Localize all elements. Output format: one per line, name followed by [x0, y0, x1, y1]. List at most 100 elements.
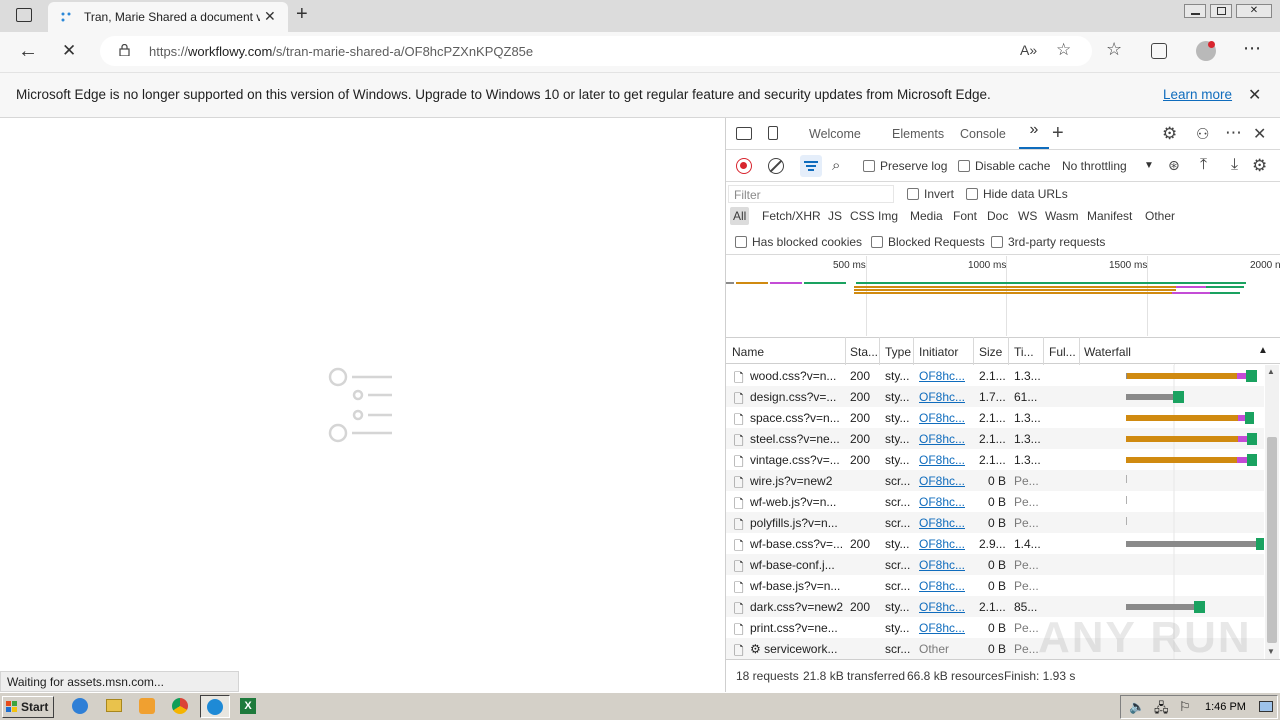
filter-fetch-xhr[interactable]: Fetch/XHR: [759, 207, 824, 225]
start-button[interactable]: Start: [2, 696, 54, 718]
close-window-button[interactable]: ✕: [1236, 4, 1272, 18]
new-tab-icon[interactable]: +: [296, 3, 308, 26]
chrome-icon[interactable]: [172, 698, 188, 714]
tab-actions-icon[interactable]: [16, 8, 32, 22]
filter-js[interactable]: JS: [825, 207, 845, 225]
inspect-element-icon[interactable]: [736, 127, 752, 140]
media-player-icon[interactable]: [139, 698, 155, 714]
row-initiator[interactable]: OF8hc...: [919, 621, 965, 635]
favorites-icon[interactable]: ☆: [1106, 39, 1122, 60]
export-har-icon[interactable]: ⤓: [1231, 156, 1238, 174]
row-initiator[interactable]: OF8hc...: [919, 579, 965, 593]
col-initiator[interactable]: Initiator: [919, 345, 958, 359]
more-menu-icon[interactable]: ⋯: [1243, 38, 1261, 59]
filter-wasm[interactable]: Wasm: [1042, 207, 1082, 225]
tab-welcome[interactable]: Welcome: [809, 127, 861, 141]
table-scrollbar[interactable]: ▲ ▼: [1265, 365, 1279, 659]
row-initiator[interactable]: OF8hc...: [919, 453, 965, 467]
filter-input[interactable]: Filter: [728, 185, 894, 203]
has-blocked-cookies-checkbox[interactable]: [735, 236, 747, 248]
device-emulation-icon[interactable]: [768, 126, 778, 140]
close-tab-icon[interactable]: ✕: [264, 8, 276, 25]
record-icon[interactable]: [736, 158, 752, 174]
close-devtools-icon[interactable]: ✕: [1253, 124, 1266, 144]
col-size[interactable]: Size: [979, 345, 1002, 359]
row-initiator[interactable]: OF8hc...: [919, 369, 965, 383]
row-initiator[interactable]: OF8hc...: [919, 600, 965, 614]
clear-icon[interactable]: [768, 158, 784, 174]
devtools-more-icon[interactable]: ⋯: [1225, 123, 1242, 143]
volume-icon[interactable]: 🔈: [1129, 699, 1145, 715]
ie-icon[interactable]: [72, 698, 88, 714]
row-initiator[interactable]: OF8hc...: [919, 495, 965, 509]
back-icon[interactable]: ←: [18, 40, 38, 63]
col-name[interactable]: Name: [732, 345, 764, 359]
scrollbar-thumb[interactable]: [1267, 437, 1277, 643]
settings-gear-icon[interactable]: ⚙: [1162, 124, 1177, 144]
network-icon[interactable]: 🖧: [1154, 699, 1169, 721]
filter-doc[interactable]: Doc: [984, 207, 1011, 225]
hide-data-urls-checkbox[interactable]: [966, 188, 978, 200]
row-initiator[interactable]: OF8hc...: [919, 390, 965, 404]
sort-up-icon[interactable]: ▲: [1258, 345, 1268, 356]
row-initiator[interactable]: OF8hc...: [919, 537, 965, 551]
col-status[interactable]: Sta...: [850, 345, 878, 359]
filter-icon[interactable]: [800, 155, 822, 177]
filter-ws[interactable]: WS: [1015, 207, 1040, 225]
customize-icon[interactable]: ⚇: [1196, 125, 1209, 143]
restore-button[interactable]: [1210, 4, 1232, 18]
blocked-requests-checkbox[interactable]: [871, 236, 883, 248]
more-tabs-icon[interactable]: »: [1019, 121, 1049, 149]
invert-checkbox[interactable]: [907, 188, 919, 200]
overview-timeline[interactable]: 500 ms 1000 ms 1500 ms 2000 n: [726, 256, 1280, 336]
tab-console[interactable]: Console: [960, 127, 1006, 141]
network-settings-icon[interactable]: ⚙: [1252, 156, 1267, 176]
lock-icon[interactable]: [119, 44, 130, 56]
excel-icon[interactable]: X: [240, 698, 256, 714]
read-aloud-icon[interactable]: A»: [1020, 42, 1037, 58]
col-time[interactable]: Ti...: [1014, 345, 1034, 359]
add-tab-icon[interactable]: +: [1052, 122, 1064, 145]
row-initiator[interactable]: OF8hc...: [919, 516, 965, 530]
collections-icon[interactable]: [1151, 43, 1167, 59]
profile-avatar[interactable]: [1196, 41, 1216, 61]
stop-loading-icon[interactable]: ✕: [62, 41, 76, 61]
tab-elements[interactable]: Elements: [892, 127, 944, 141]
browser-tab[interactable]: Tran, Marie Shared a document v ✕: [48, 2, 288, 32]
filter-manifest[interactable]: Manifest: [1084, 207, 1135, 225]
address-bar[interactable]: https://workflowy.com/s/tran-marie-share…: [100, 36, 1092, 66]
throttling-select[interactable]: No throttling: [1062, 159, 1127, 173]
filter-all[interactable]: All: [730, 207, 750, 225]
close-infobar-icon[interactable]: ✕: [1248, 85, 1261, 105]
preserve-log-checkbox[interactable]: [863, 160, 875, 172]
scroll-up-icon[interactable]: ▲: [1267, 367, 1275, 376]
minimize-button[interactable]: [1184, 4, 1206, 18]
search-icon[interactable]: ⌕: [832, 157, 840, 174]
scroll-down-icon[interactable]: ▼: [1267, 647, 1275, 656]
flag-icon[interactable]: ⚐: [1179, 699, 1191, 715]
third-party-checkbox[interactable]: [991, 236, 1003, 248]
row-initiator[interactable]: OF8hc...: [919, 432, 965, 446]
filter-media[interactable]: Media: [907, 207, 946, 225]
network-conditions-icon[interactable]: ⊛: [1168, 157, 1180, 174]
col-waterfall[interactable]: Waterfall: [1084, 345, 1131, 359]
row-initiator[interactable]: OF8hc...: [919, 411, 965, 425]
filter-other[interactable]: Other: [1142, 207, 1178, 225]
chevron-down-icon[interactable]: ▼: [1144, 160, 1154, 171]
col-fulfilled[interactable]: Ful...: [1049, 345, 1076, 359]
learn-more-link[interactable]: Learn more: [1163, 87, 1232, 102]
disable-cache-checkbox[interactable]: [958, 160, 970, 172]
add-favorite-icon[interactable]: ☆: [1056, 40, 1071, 60]
row-initiator[interactable]: OF8hc...: [919, 474, 965, 488]
edge-taskbar-button[interactable]: [200, 695, 230, 718]
col-type[interactable]: Type: [885, 345, 911, 359]
filter-font[interactable]: Font: [950, 207, 980, 225]
filter-css[interactable]: CSS: [847, 207, 878, 225]
row-time: Pe...: [1014, 558, 1039, 572]
import-har-icon[interactable]: ⤒: [1200, 156, 1207, 174]
show-desktop-icon[interactable]: [1259, 701, 1273, 712]
filter-img[interactable]: Img: [875, 207, 901, 225]
explorer-icon[interactable]: [106, 699, 122, 712]
row-initiator[interactable]: OF8hc...: [919, 558, 965, 572]
clock[interactable]: 1:46 PM: [1205, 701, 1246, 713]
